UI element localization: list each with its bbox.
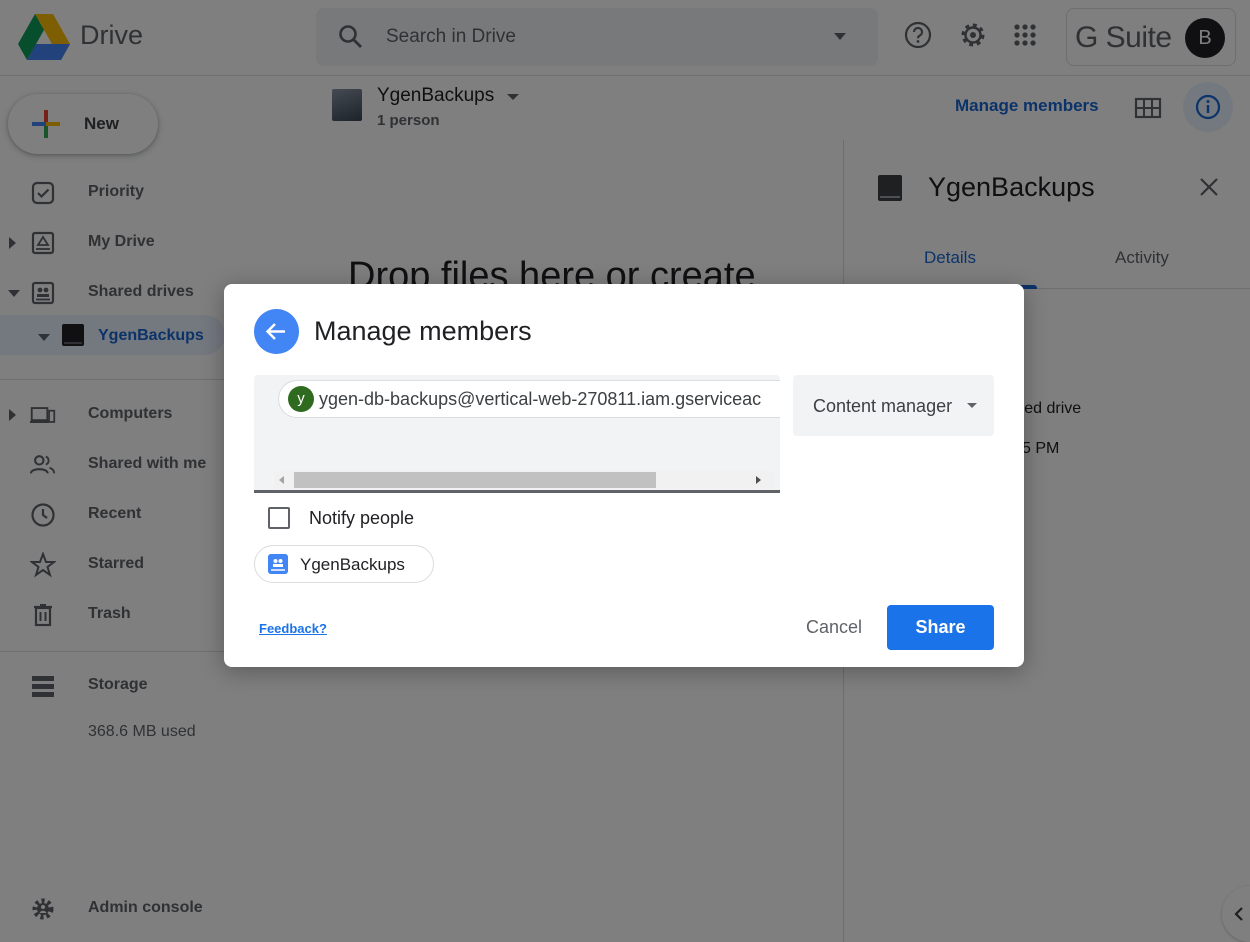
recipients-input[interactable]: y ygen-db-backups@vertical-web-270811.ia… — [254, 375, 780, 493]
shared-drive-icon — [268, 554, 288, 574]
manage-members-dialog: Manage members y ygen-db-backups@vertica… — [224, 284, 1024, 667]
scrollbar-thumb[interactable] — [294, 472, 656, 488]
shared-drive-chip-label: YgenBackups — [300, 555, 405, 574]
dropdown-caret-icon — [967, 403, 977, 408]
scroll-left-arrow-icon[interactable] — [279, 476, 284, 484]
horizontal-scrollbar[interactable] — [274, 471, 774, 489]
role-dropdown[interactable]: Content manager — [793, 375, 994, 436]
notify-people-checkbox[interactable] — [268, 507, 290, 529]
cancel-button[interactable]: Cancel — [791, 605, 877, 650]
back-button[interactable] — [254, 309, 299, 354]
role-selected-value: Content manager — [813, 396, 953, 416]
scroll-right-arrow-icon[interactable] — [756, 476, 761, 484]
recipient-email: ygen-db-backups@vertical-web-270811.iam.… — [319, 389, 762, 409]
shared-drive-chip: YgenBackups — [254, 545, 434, 583]
recipient-avatar: y — [288, 386, 314, 412]
arrow-back-icon — [265, 323, 285, 340]
notify-people-label[interactable]: Notify people — [309, 508, 414, 529]
recipient-chip[interactable]: y ygen-db-backups@vertical-web-270811.ia… — [278, 380, 780, 418]
feedback-link[interactable]: Feedback? — [259, 621, 327, 636]
share-button[interactable]: Share — [887, 605, 994, 650]
dialog-title: Manage members — [314, 316, 532, 346]
